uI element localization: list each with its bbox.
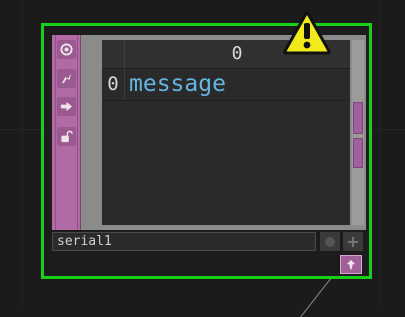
dat-table[interactable]: 0 0 message	[102, 40, 350, 225]
scroll-thumb[interactable]	[353, 102, 363, 134]
table-cell[interactable]: message	[129, 70, 226, 98]
pin-icon	[347, 259, 355, 270]
row-index: 0	[107, 73, 119, 95]
warning-icon[interactable]	[282, 9, 332, 55]
scroll-thumb[interactable]	[353, 138, 363, 168]
circle-icon	[325, 236, 335, 247]
lock-flag-icon[interactable]	[57, 127, 76, 146]
canvas-grid-line	[380, 0, 381, 305]
add-button[interactable]: +	[343, 232, 363, 251]
operator-name-field[interactable]: serial1	[52, 232, 316, 251]
network-canvas[interactable]: { "operator": { "name": "serial1", "stat…	[0, 0, 405, 317]
flag-sidebar	[52, 35, 81, 230]
table-row[interactable]: 0 message	[102, 69, 350, 101]
cook-flag-icon[interactable]	[57, 69, 76, 88]
pin-button[interactable]	[340, 255, 362, 274]
canvas-grid-line	[22, 0, 23, 305]
operator-viewer[interactable]: 0 0 message	[52, 35, 366, 230]
viewer-flag-icon[interactable]	[57, 40, 76, 59]
vertical-scrollbar[interactable]	[352, 40, 364, 225]
operator-name: serial1	[57, 234, 112, 249]
bypass-arrow-icon[interactable]	[57, 97, 76, 116]
display-toggle-button[interactable]	[320, 232, 340, 251]
operator-node[interactable]: 0 0 message serial1 +	[41, 23, 372, 279]
